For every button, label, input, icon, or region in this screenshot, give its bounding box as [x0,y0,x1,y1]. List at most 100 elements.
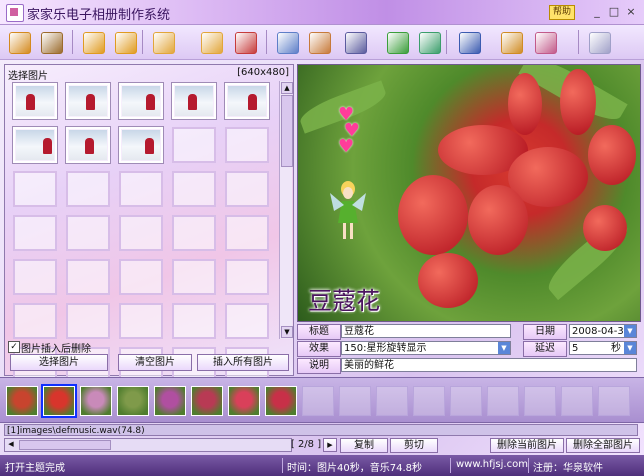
empty-image-slot[interactable] [119,303,163,339]
select-images-button[interactable]: 选择图片 [10,354,108,371]
description-label: 说明 [297,358,341,374]
filmstrip-empty-slot[interactable] [376,386,408,416]
empty-image-slot[interactable] [119,171,163,207]
export-icon [419,32,441,54]
empty-image-slot[interactable] [225,303,269,339]
check-button[interactable] [384,29,410,55]
scroll-down-icon[interactable]: ▼ [281,326,293,338]
image-thumbnail[interactable] [119,127,163,163]
chevron-down-icon[interactable]: ▼ [498,342,510,354]
export-button[interactable] [416,29,442,55]
save-all-icon [115,32,137,54]
image-thumbnail[interactable] [13,127,57,163]
filmstrip-empty-slot[interactable] [413,386,445,416]
effect-value: 150:星形旋转显示 [344,343,427,354]
next-page-icon[interactable]: ▶ [323,438,337,452]
minimize-button[interactable]: _ [590,5,604,19]
title-input[interactable]: 豆蔻花 [341,324,511,338]
status-divider [528,458,529,473]
empty-image-slot[interactable] [119,259,163,295]
filmstrip-thumbnail[interactable] [117,386,149,416]
thumbnail-image [122,86,160,116]
empty-image-slot[interactable] [172,171,216,207]
filmstrip-empty-slot[interactable] [450,386,482,416]
filmstrip-empty-slot[interactable] [598,386,630,416]
new-album-button[interactable] [6,29,32,55]
close-button[interactable]: × [624,5,638,19]
scroll-left-icon[interactable]: ◀ [5,439,17,449]
filmstrip-thumbnail[interactable] [6,386,38,416]
filmstrip-empty-slot[interactable] [524,386,556,416]
empty-image-slot[interactable] [13,303,57,339]
filmstrip-thumbnail[interactable] [41,384,77,418]
filmstrip-scrollbar[interactable]: ◀ [4,438,292,452]
clear-images-button[interactable]: 清空图片 [118,354,192,371]
empty-image-slot[interactable] [66,259,110,295]
image-thumbnail[interactable] [66,83,110,119]
cd-burn-button[interactable] [586,29,612,55]
save-all-button[interactable] [112,29,138,55]
filmstrip-thumbnail[interactable] [154,386,186,416]
empty-image-slot[interactable] [13,171,57,207]
frame-button[interactable] [198,29,224,55]
picker-scrollbar[interactable]: ▲ ▼ [279,81,293,339]
scroll-up-icon[interactable]: ▲ [281,82,293,94]
image-thumbnail[interactable] [225,83,269,119]
empty-image-slot[interactable] [172,215,216,251]
delete-all-images-button[interactable]: 删除全部图片 [566,438,640,453]
chevron-down-icon[interactable]: ▼ [624,325,636,337]
thumbnail-image [16,86,54,116]
empty-image-slot[interactable] [172,303,216,339]
scroll-thumb[interactable] [281,95,293,167]
filmstrip-thumbnail[interactable] [228,386,260,416]
empty-image-slot[interactable] [13,259,57,295]
effect-select[interactable]: 150:星形旋转显示 ▼ [341,341,511,355]
empty-image-slot[interactable] [66,303,110,339]
insert-all-images-button[interactable]: 插入所有图片 [197,354,289,371]
delete-after-insert-checkbox[interactable]: ✓ [8,341,20,353]
delete-frame-button[interactable] [232,29,258,55]
filmstrip-empty-slot[interactable] [339,386,371,416]
date-picker[interactable]: 2008-04-30 ▼ [569,324,637,338]
filmstrip-empty-slot[interactable] [302,386,334,416]
help-button[interactable]: 帮助 [549,5,575,20]
album-button[interactable] [38,29,64,55]
screen-button[interactable] [456,29,482,55]
scroll-thumb[interactable] [19,440,111,450]
image-edit-button[interactable] [274,29,300,55]
empty-image-slot[interactable] [225,215,269,251]
empty-image-slot[interactable] [172,127,216,163]
effects-button[interactable] [306,29,332,55]
cut-button[interactable]: 剪切 [390,438,438,453]
delay-select[interactable]: 5 秒 ▼ [569,341,637,355]
image-thumbnail[interactable] [172,83,216,119]
filmstrip-empty-slot[interactable] [487,386,519,416]
copy-button[interactable]: 复制 [340,438,388,453]
empty-image-slot[interactable] [225,127,269,163]
chevron-down-icon[interactable]: ▼ [624,342,636,354]
empty-image-slot[interactable] [66,215,110,251]
image-thumbnail[interactable] [66,127,110,163]
empty-image-slot[interactable] [172,259,216,295]
maximize-button[interactable]: □ [607,5,621,19]
image-thumbnail[interactable] [13,83,57,119]
empty-image-slot[interactable] [119,215,163,251]
music-button[interactable] [342,29,368,55]
filmstrip-thumbnail[interactable] [191,386,223,416]
palette-button[interactable] [532,29,558,55]
person-figure [85,138,94,154]
delete-current-image-button[interactable]: 删除当前图片 [490,438,564,453]
page-button[interactable] [150,29,176,55]
empty-image-slot[interactable] [225,259,269,295]
tools-button[interactable] [498,29,524,55]
empty-image-slot[interactable] [13,215,57,251]
empty-image-slot[interactable] [66,171,110,207]
empty-image-slot[interactable] [225,171,269,207]
description-input[interactable]: 美丽的鲜花 [341,358,637,372]
image-thumbnail[interactable] [119,83,163,119]
save-button[interactable] [80,29,106,55]
save-icon [83,32,105,54]
filmstrip-thumbnail[interactable] [80,386,112,416]
filmstrip-empty-slot[interactable] [561,386,593,416]
filmstrip-thumbnail[interactable] [265,386,297,416]
